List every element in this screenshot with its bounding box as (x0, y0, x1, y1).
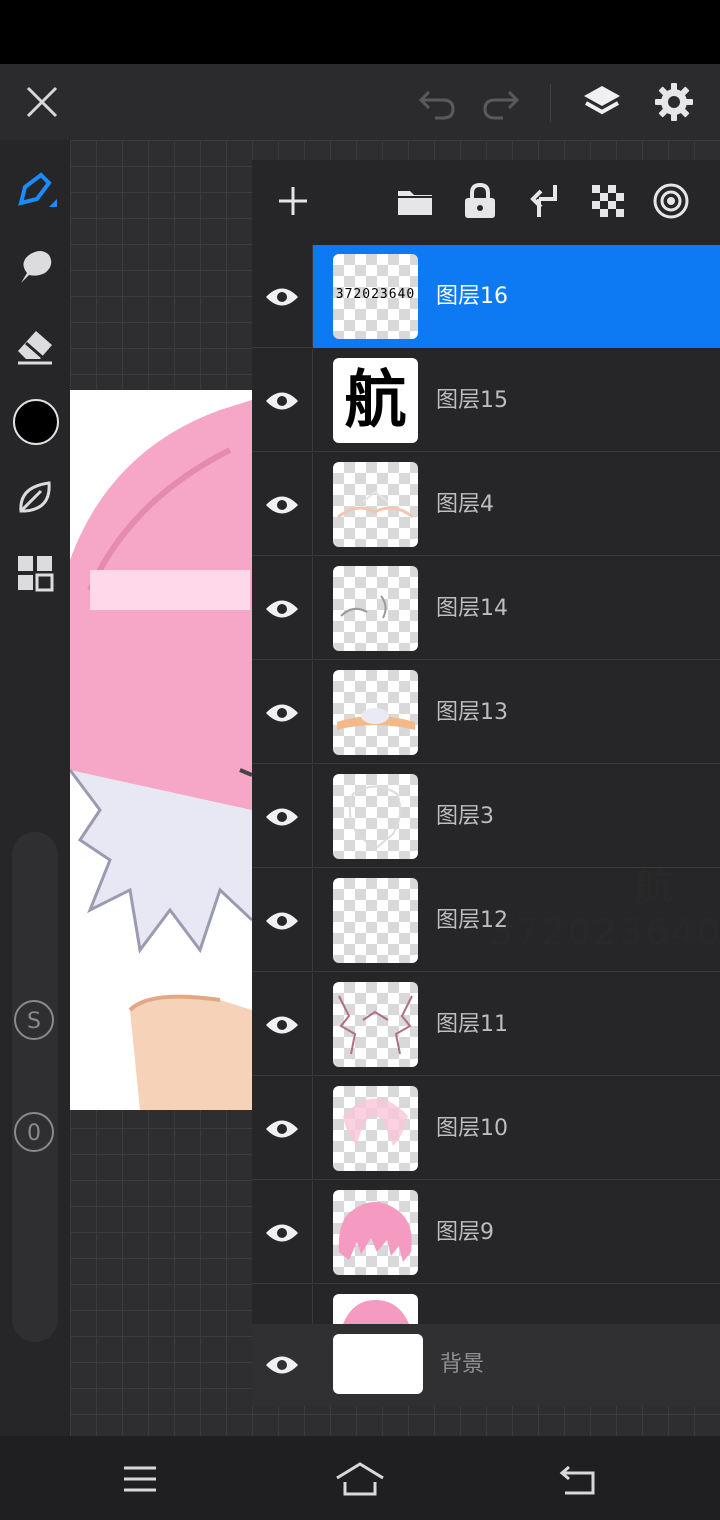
layer-thumbnail (333, 878, 418, 963)
layer-thumbnail (333, 670, 418, 755)
redo-icon[interactable] (474, 76, 528, 130)
eye-icon[interactable] (252, 869, 312, 972)
layer-row[interactable]: 图层13 (252, 661, 720, 764)
layer-row[interactable]: 图层14 (252, 557, 720, 660)
layer-name: 图层4 (436, 492, 494, 517)
layer-name: 图层12 (436, 908, 508, 933)
layer-thumbnail (333, 774, 418, 859)
brush-settings-slider[interactable] (12, 832, 58, 1342)
background-thumbnail (333, 1334, 423, 1394)
layer-thumbnail (333, 566, 418, 651)
layer-thumbnail (333, 462, 418, 547)
artwork[interactable] (70, 390, 252, 1110)
close-icon[interactable] (14, 74, 70, 130)
eraser-icon[interactable] (8, 318, 62, 372)
eye-icon[interactable] (252, 661, 312, 764)
lock-icon[interactable] (457, 178, 503, 224)
eye-icon[interactable] (252, 1324, 312, 1406)
back-icon[interactable] (548, 1454, 608, 1504)
system-navigation-bar (0, 1436, 720, 1520)
layer-thumbnail: 372023640 (333, 254, 418, 339)
thumbnail-text: 372023640 (335, 287, 416, 302)
brush-icon[interactable] (8, 164, 62, 218)
undo-icon[interactable] (410, 76, 464, 130)
size-badge[interactable]: S (14, 1000, 54, 1040)
eye-icon[interactable] (252, 1077, 312, 1180)
background-layer-name: 背景 (440, 1352, 485, 1377)
status-bar (0, 0, 720, 64)
folder-icon[interactable] (392, 178, 438, 224)
layer-name: 图层10 (436, 1116, 508, 1141)
eye-icon[interactable] (252, 245, 312, 348)
eye-icon[interactable] (252, 973, 312, 1076)
layer-name: 图层11 (436, 1012, 508, 1037)
layer-thumbnail (333, 1294, 418, 1324)
layer-thumbnail (333, 1086, 418, 1171)
layer-row[interactable]: 图层9 (252, 1181, 720, 1284)
layer-row[interactable]: 372023640 图层16 (252, 245, 720, 348)
grid-icon[interactable] (8, 546, 62, 600)
layer-name: 图层9 (436, 1220, 494, 1245)
menu-icon[interactable] (110, 1454, 170, 1504)
merge-down-icon[interactable] (521, 178, 567, 224)
layer-row[interactable]: 图层11 (252, 973, 720, 1076)
opacity-badge[interactable]: 0 (14, 1112, 54, 1152)
layer-thumbnail (333, 1190, 418, 1275)
layer-row[interactable]: 航 图层15 (252, 349, 720, 452)
top-toolbar (0, 64, 720, 140)
target-icon[interactable] (648, 178, 694, 224)
layer-name: 图层16 (436, 284, 508, 309)
thumbnail-text: 航 (344, 363, 407, 436)
background-layer-row[interactable]: 背景 (252, 1324, 720, 1406)
layer-name: 图层13 (436, 700, 508, 725)
layer-thumbnail: 航 (333, 358, 418, 443)
layers-panel-toolbar (252, 160, 720, 244)
home-icon[interactable] (330, 1454, 390, 1504)
layer-row[interactable]: 图层10 (252, 1077, 720, 1180)
checkerboard-icon[interactable] (585, 178, 631, 224)
eye-icon[interactable] (252, 453, 312, 556)
color-swatch[interactable] (13, 399, 59, 445)
toolbar-divider (550, 84, 551, 122)
layer-name: 图层14 (436, 596, 508, 621)
eye-icon[interactable] (252, 557, 312, 660)
leaf-icon[interactable] (8, 470, 62, 524)
layer-thumbnail (333, 982, 418, 1067)
eye-icon[interactable] (252, 1181, 312, 1284)
layer-row[interactable]: 图层3 (252, 765, 720, 868)
layer-name: 图层15 (436, 388, 508, 413)
layer-row[interactable]: 图层12 (252, 869, 720, 972)
layer-row-partial[interactable] (252, 1285, 720, 1324)
gear-icon[interactable] (646, 74, 702, 130)
eye-icon[interactable] (252, 349, 312, 452)
smudge-icon[interactable] (8, 240, 62, 294)
layer-row[interactable]: 图层4 (252, 453, 720, 556)
eye-icon[interactable] (252, 765, 312, 868)
layer-name: 图层3 (436, 804, 494, 829)
add-layer-icon[interactable] (270, 178, 316, 224)
artwork-drawing (70, 400, 252, 1110)
layers-icon[interactable] (574, 74, 630, 130)
